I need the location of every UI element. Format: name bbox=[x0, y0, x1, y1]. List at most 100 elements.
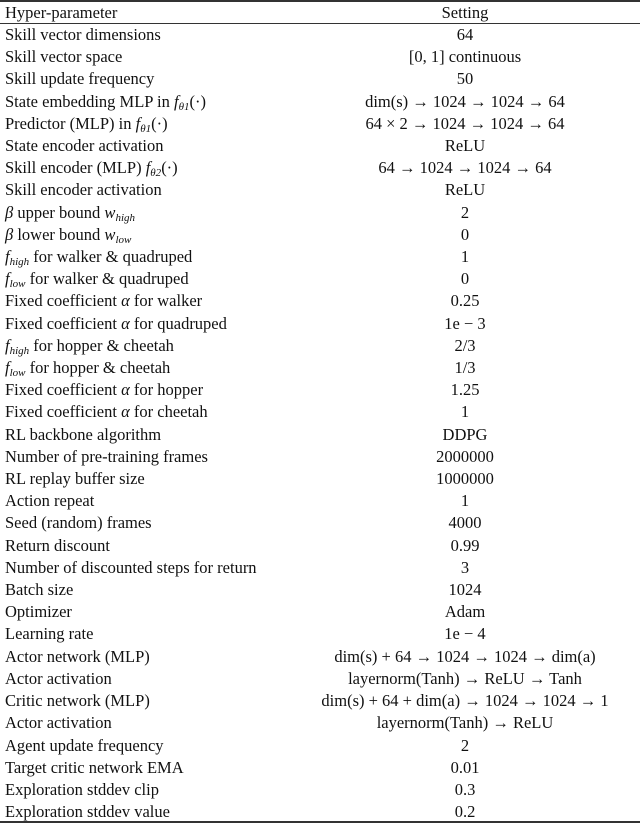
table-row: RL replay buffer size 1000000 bbox=[0, 468, 640, 490]
hyper-parameter-cell: State encoder activation bbox=[5, 136, 164, 156]
table-row: State encoder activation ReLU bbox=[0, 135, 640, 157]
table-body: Skill vector dimensions 64 Skill vector sp… bbox=[0, 23, 640, 823]
hyper-parameter-cell: Skill vector dimensions bbox=[5, 25, 161, 44]
setting-cell: 64 → 1024 → 1024 → 64 bbox=[378, 158, 552, 178]
setting-cell: [0, 1] continuous bbox=[408, 47, 522, 67]
setting-cell: Adam bbox=[444, 602, 486, 622]
header-hyper-parameter: Hyper-parameter bbox=[5, 3, 118, 22]
setting-cell: 50 bbox=[456, 69, 474, 89]
hyper-parameter-cell: Seed (random) frames bbox=[5, 513, 152, 533]
hyper-parameter-cell: fhigh for walker & quadruped bbox=[5, 247, 193, 269]
table-row: Batch size 1024 bbox=[0, 579, 640, 601]
setting-cell: dim(s) + 64 + dim(a) → 1024 → 1024 → 1 bbox=[321, 691, 609, 711]
table-row: β lower bound wlow 0 bbox=[0, 224, 640, 246]
hyper-parameter-cell: Actor activation bbox=[5, 668, 112, 688]
table-row: Actor network (MLP) dim(s) + 64 → 1024 → … bbox=[0, 646, 640, 668]
table-row: flow for walker & quadruped 0 bbox=[0, 268, 640, 290]
hyper-parameter-cell: RL backbone algorithm bbox=[5, 424, 162, 444]
table-row: State embedding MLP in fθ1(·) dim(s) → 10… bbox=[0, 91, 640, 113]
table-header-row: Hyper-parameter Setting bbox=[0, 2, 640, 23]
table-row: Skill encoder (MLP) fθ2(·) 64 → 1024 → 10… bbox=[0, 157, 640, 179]
hyper-parameter-cell: Fixed coefficient α for walker bbox=[5, 291, 203, 311]
hyper-parameter-cell: Exploration stddev value bbox=[5, 802, 170, 822]
hyper-parameter-cell: Skill vector space bbox=[5, 47, 123, 67]
setting-cell: 1e − 3 bbox=[444, 313, 486, 333]
setting-cell: 1 bbox=[460, 491, 470, 511]
table-row: Target critic network EMA 0.01 bbox=[0, 757, 640, 779]
hyper-parameter-cell: Number of pre-training frames bbox=[5, 446, 208, 466]
setting-cell: 0 bbox=[460, 224, 470, 244]
setting-cell: 0.2 bbox=[454, 802, 476, 822]
setting-cell: layernorm(Tanh) → ReLU → Tanh bbox=[348, 668, 582, 688]
table-row: Fixed coefficient α for walker 0.25 bbox=[0, 290, 640, 312]
setting-cell: 1.25 bbox=[450, 380, 480, 400]
table-row: Number of pre-training frames 2000000 bbox=[0, 446, 640, 468]
table-row: fhigh for hopper & cheetah 2/3 bbox=[0, 335, 640, 357]
table-row: Number of discounted steps for return 3 bbox=[0, 557, 640, 579]
table-row: Skill vector space [0, 1] continuous bbox=[0, 46, 640, 68]
hyper-parameter-cell: Exploration stddev clip bbox=[5, 779, 159, 799]
table-row: Skill encoder activation ReLU bbox=[0, 179, 640, 201]
hyper-parameter-cell: Learning rate bbox=[5, 624, 94, 644]
hyper-parameter-cell: Fixed coefficient α for quadruped bbox=[5, 313, 227, 333]
setting-cell: dim(s) → 1024 → 1024 → 64 bbox=[365, 91, 565, 111]
setting-cell: 0.3 bbox=[454, 779, 476, 799]
hyper-parameter-cell: fhigh for hopper & cheetah bbox=[5, 335, 174, 357]
setting-cell: 64 × 2 → 1024 → 1024 → 64 bbox=[365, 113, 565, 133]
setting-cell: 64 bbox=[456, 25, 474, 44]
table-row: flow for hopper & cheetah 1/3 bbox=[0, 357, 640, 379]
setting-cell: 0.01 bbox=[450, 757, 480, 777]
table-row: fhigh for walker & quadruped 1 bbox=[0, 246, 640, 268]
table-row: Predictor (MLP) in fθ1(·) 64 × 2 → 1024 →… bbox=[0, 113, 640, 135]
hyper-parameter-cell: β upper bound whigh bbox=[5, 202, 135, 224]
table-row: Fixed coefficient α for hopper 1.25 bbox=[0, 379, 640, 401]
table-row: Exploration stddev clip 0.3 bbox=[0, 779, 640, 801]
setting-cell: layernorm(Tanh) → ReLU bbox=[376, 713, 554, 733]
setting-cell: 1/3 bbox=[454, 358, 476, 378]
setting-cell: 1024 bbox=[448, 580, 482, 600]
hyper-parameter-cell: Number of discounted steps for return bbox=[5, 557, 257, 577]
table-row: Learning rate 1e − 4 bbox=[0, 623, 640, 645]
setting-cell: DDPG bbox=[442, 424, 488, 444]
hyper-parameter-cell: Actor activation bbox=[5, 713, 112, 733]
setting-cell: 2000000 bbox=[436, 446, 494, 466]
table-row: Fixed coefficient α for cheetah 1 bbox=[0, 401, 640, 423]
setting-cell: 0.25 bbox=[450, 291, 480, 311]
hyper-parameter-cell: Critic network (MLP) bbox=[5, 691, 150, 711]
setting-cell: 0 bbox=[460, 269, 470, 289]
table-row: Exploration stddev value 0.2 bbox=[0, 801, 640, 823]
setting-cell: 2 bbox=[460, 202, 470, 222]
table-row: Return discount 0.99 bbox=[0, 535, 640, 557]
hyper-parameter-cell: flow for walker & quadruped bbox=[5, 269, 189, 291]
table-row: Seed (random) frames 4000 bbox=[0, 512, 640, 534]
table-row: Skill update frequency 50 bbox=[0, 68, 640, 90]
header-setting: Setting bbox=[441, 3, 489, 22]
hyper-parameter-cell: Skill encoder (MLP) fθ2(·) bbox=[5, 158, 178, 180]
hyper-parameter-cell: flow for hopper & cheetah bbox=[5, 358, 171, 380]
hyper-parameter-cell: Target critic network EMA bbox=[5, 757, 184, 777]
hyper-parameter-cell: Actor network (MLP) bbox=[5, 646, 150, 666]
setting-cell: 1 bbox=[460, 247, 470, 267]
table-row: Actor activation layernorm(Tanh) → ReLU →… bbox=[0, 668, 640, 690]
setting-cell: 2 bbox=[460, 735, 470, 755]
table-row: β upper bound whigh 2 bbox=[0, 202, 640, 224]
setting-cell: ReLU bbox=[444, 180, 486, 200]
hyper-parameter-cell: β lower bound wlow bbox=[5, 224, 132, 246]
hyper-parameter-cell: Action repeat bbox=[5, 491, 95, 511]
table-row: Optimizer Adam bbox=[0, 601, 640, 623]
hyper-parameter-cell: Skill encoder activation bbox=[5, 180, 162, 200]
setting-cell: 2/3 bbox=[454, 335, 476, 355]
hyper-parameter-cell: Fixed coefficient α for hopper bbox=[5, 380, 204, 400]
setting-cell: 3 bbox=[460, 557, 470, 577]
table-row: Fixed coefficient α for quadruped 1e − 3 bbox=[0, 313, 640, 335]
table-row: Action repeat 1 bbox=[0, 490, 640, 512]
setting-cell: dim(s) + 64 → 1024 → 1024 → dim(a) bbox=[334, 646, 596, 666]
table-row: Critic network (MLP) dim(s) + 64 + dim(a)… bbox=[0, 690, 640, 712]
hyper-parameter-cell: Skill update frequency bbox=[5, 69, 155, 89]
table-row: Actor activation layernorm(Tanh) → ReLU bbox=[0, 712, 640, 734]
hyper-parameter-cell: Return discount bbox=[5, 535, 110, 555]
hyper-parameter-cell: RL replay buffer size bbox=[5, 469, 145, 489]
table-row: Agent update frequency 2 bbox=[0, 735, 640, 757]
hyper-parameter-cell: Optimizer bbox=[5, 602, 72, 622]
setting-cell: 1e − 4 bbox=[444, 624, 486, 644]
